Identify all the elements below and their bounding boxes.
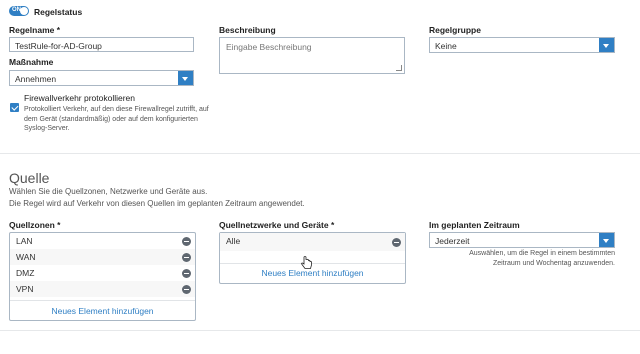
source-section-title: Quelle (9, 170, 50, 186)
source-networks-label: Quellnetzwerke und Geräte * (219, 220, 335, 230)
list-item: DMZ (10, 265, 195, 281)
remove-icon[interactable] (182, 269, 191, 278)
description-placeholder: Eingabe Beschreibung (226, 42, 312, 52)
zone-lan: LAN (16, 236, 33, 246)
resize-handle-icon[interactable] (396, 65, 402, 71)
rule-group-selected-value: Keine (435, 41, 457, 51)
log-label: Firewallverkehr protokollieren (24, 93, 136, 103)
network-any: Alle (226, 236, 241, 246)
zone-vpn: VPN (16, 284, 34, 294)
add-row: Neues Element hinzufügen (10, 300, 195, 316)
rule-group-select[interactable]: Keine (429, 37, 615, 53)
zone-wan: WAN (16, 252, 36, 262)
chevron-down-icon[interactable] (599, 233, 614, 247)
action-select[interactable]: Annehmen (9, 70, 194, 86)
chevron-down-icon[interactable] (599, 38, 614, 52)
section-divider (0, 153, 640, 154)
chevron-down-icon[interactable] (178, 71, 193, 85)
toggle-knob (20, 7, 28, 15)
rule-form: { "rule_status": {"toggle_text": "ON", "… (0, 0, 640, 354)
bottom-divider (0, 330, 640, 331)
list-item: LAN (10, 233, 195, 249)
zone-dmz: DMZ (16, 268, 35, 278)
action-label: Maßnahme (9, 57, 54, 67)
source-zones-list: LAN WAN DMZ VPN Neues Element hinzufügen (9, 232, 196, 321)
remove-icon[interactable] (182, 285, 191, 294)
list-item: Alle (220, 233, 405, 251)
source-desc-line1: Wählen Sie die Quellzonen, Netzwerke und… (9, 187, 208, 196)
rule-group-label: Regelgruppe (429, 25, 481, 35)
rule-name-label: Regelname * (9, 25, 61, 35)
hand-cursor-icon (301, 256, 312, 269)
add-zone-button[interactable]: Neues Element hinzufügen (10, 306, 195, 316)
list-item: VPN (10, 281, 195, 297)
remove-icon[interactable] (182, 253, 191, 262)
schedule-help-text: Auswählen, um die Regel in einem bestimm… (469, 250, 615, 267)
source-zones-label: Quellzonen * (9, 220, 61, 230)
rule-status-label: Regelstatus (34, 7, 83, 17)
log-help-text: Protokolliert Verkehr, auf den diese Fir… (24, 106, 209, 132)
schedule-select[interactable]: Jederzeit (429, 232, 615, 248)
schedule-label: Im geplanten Zeitraum (429, 220, 520, 230)
description-textarea[interactable]: Eingabe Beschreibung (219, 37, 405, 74)
schedule-selected-value: Jederzeit (435, 236, 470, 246)
remove-icon[interactable] (392, 238, 401, 247)
rule-status-toggle[interactable]: ON (9, 6, 29, 16)
log-checkbox[interactable] (10, 103, 19, 112)
rule-name-input[interactable]: TestRule-for-AD-Group (9, 37, 194, 52)
remove-icon[interactable] (182, 237, 191, 246)
list-item: WAN (10, 249, 195, 265)
source-desc-line2: Die Regel wird auf Verkehr von diesen Qu… (9, 199, 305, 208)
action-selected-value: Annehmen (15, 74, 57, 84)
description-label: Beschreibung (219, 25, 276, 35)
